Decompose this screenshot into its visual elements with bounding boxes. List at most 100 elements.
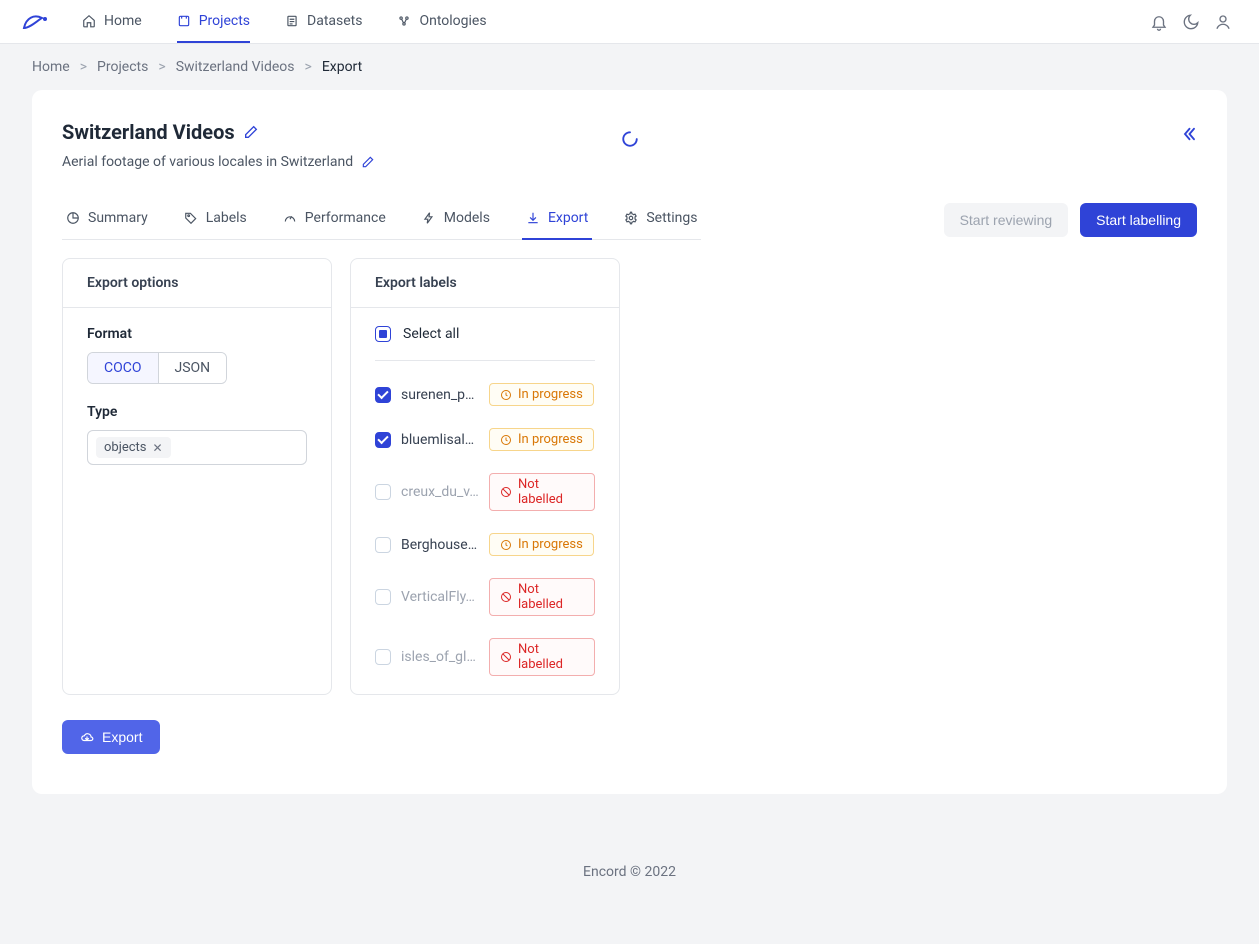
select-all-label: Select all [403,326,459,342]
nav-projects[interactable]: Projects [177,0,250,43]
label-filename: bluemlisalph… [401,432,479,448]
breadcrumb-sep: > [80,59,87,75]
breadcrumb-current: Export [322,59,362,75]
download-icon [526,211,540,225]
nav-ontologies-label: Ontologies [419,13,486,29]
export-button[interactable]: Export [62,720,160,754]
type-tag: objects ✕ [96,437,171,458]
status-badge: In progress [489,533,594,556]
breadcrumb: Home > Projects > Switzerland Videos > E… [0,44,1259,90]
user-menu[interactable] [1207,6,1239,38]
label-filename: creux_du_v… [401,484,479,500]
select-all-checkbox[interactable] [375,326,391,342]
label-checkbox [375,484,391,500]
collapse-panel-button[interactable] [1179,125,1197,143]
footer: Encord © 2022 [0,824,1259,905]
start-reviewing-button[interactable]: Start reviewing [944,203,1069,237]
label-filename: Berghouse L… [401,537,479,553]
status-badge: Not labelled [489,578,595,616]
start-labelling-button[interactable]: Start labelling [1080,203,1197,237]
tab-label: Labels [206,210,247,226]
label-checkbox[interactable] [375,387,391,403]
bolt-icon [422,211,436,225]
clock-icon [500,539,512,551]
cloud-download-icon [80,730,94,744]
notifications-button[interactable] [1143,6,1175,38]
main-card: Switzerland Videos Aerial footage of var… [32,90,1227,794]
nav-home-label: Home [104,13,142,29]
breadcrumb-projects[interactable]: Projects [97,59,148,75]
type-tag-remove[interactable]: ✕ [153,441,163,455]
pie-chart-icon [66,211,80,225]
tab-export[interactable]: Export [522,200,592,240]
label-row: Berghouse L… In progress [375,533,595,556]
status-text: In progress [518,387,583,402]
breadcrumb-sep: > [158,59,165,75]
tab-label: Export [548,210,588,226]
type-tag-text: objects [104,440,147,455]
status-badge: In progress [489,383,594,406]
nav-datasets[interactable]: Datasets [285,0,362,43]
export-labels-panel: Export labels Select all surenen_pa…In p… [350,258,620,695]
theme-toggle[interactable] [1175,6,1207,38]
home-icon [82,14,96,28]
status-text: In progress [518,537,583,552]
status-text: Not labelled [518,477,584,507]
tag-icon [184,211,198,225]
nav-ontologies[interactable]: Ontologies [397,0,486,43]
project-subtitle: Aerial footage of various locales in Swi… [62,154,353,170]
moon-icon [1182,13,1200,31]
format-option-coco[interactable]: COCO [88,353,159,383]
tab-summary[interactable]: Summary [62,200,152,240]
status-text: In progress [518,432,583,447]
breadcrumb-sep: > [304,59,311,75]
label-checkbox[interactable] [375,537,391,553]
tab-labels[interactable]: Labels [180,200,251,240]
top-nav: Home Projects Datasets Ontologies [0,0,1259,44]
export-options-header: Export options [63,259,331,308]
edit-title-button[interactable] [243,124,259,140]
type-input[interactable]: objects ✕ [87,430,307,465]
format-segmented: COCO JSON [87,352,227,384]
tab-models[interactable]: Models [418,200,494,240]
status-text: Not labelled [518,582,584,612]
label-list: surenen_pa…In progress bluemlisalph… In pr… [375,383,595,676]
type-label: Type [87,404,307,420]
nav-projects-label: Projects [199,13,250,29]
label-row: VerticalFly… Not labelled [375,578,595,616]
label-row: isles_of_gle… Not labelled [375,638,595,676]
label-row: surenen_pa…In progress [375,383,595,406]
label-row: bluemlisalph… In progress [375,428,595,451]
format-option-json[interactable]: JSON [159,353,227,383]
export-button-label: Export [102,729,142,745]
label-filename: isles_of_gle… [401,649,479,665]
gear-icon [624,211,638,225]
label-checkbox[interactable] [375,432,391,448]
nav-home[interactable]: Home [82,0,142,43]
tab-performance[interactable]: Performance [279,200,390,240]
status-badge: In progress [489,428,594,451]
edit-subtitle-button[interactable] [361,155,375,169]
nav-datasets-label: Datasets [307,13,362,29]
breadcrumb-project[interactable]: Switzerland Videos [176,59,295,75]
label-filename: VerticalFly… [401,589,479,605]
label-row: creux_du_v… Not labelled [375,473,595,511]
ban-icon [500,591,512,603]
tab-label: Summary [88,210,148,226]
label-checkbox [375,649,391,665]
tab-settings[interactable]: Settings [620,200,701,240]
tab-label: Models [444,210,490,226]
breadcrumb-home[interactable]: Home [32,59,70,75]
user-icon [1214,13,1232,31]
ontologies-icon [397,14,411,28]
status-text: Not labelled [518,642,584,672]
ban-icon [500,651,512,663]
export-options-panel: Export options Format COCO JSON Type obj… [62,258,332,695]
format-label: Format [87,326,307,342]
brand-logo[interactable] [20,6,52,38]
tab-label: Settings [646,210,697,226]
tab-label: Performance [305,210,386,226]
datasets-icon [285,14,299,28]
label-checkbox [375,589,391,605]
gauge-icon [283,211,297,225]
